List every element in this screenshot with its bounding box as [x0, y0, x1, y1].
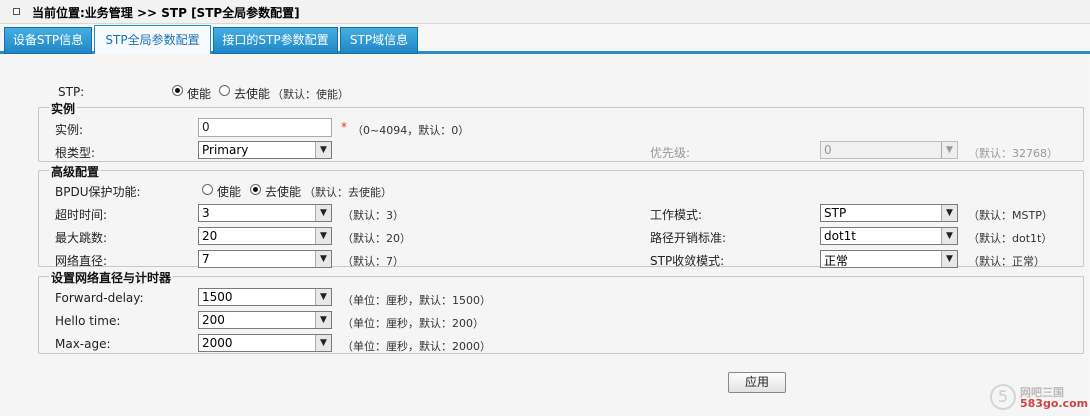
diameter-value: 7 [202, 252, 210, 266]
bpdu-enable-label: 使能 [217, 185, 242, 199]
stp-enable-label: 使能 [187, 87, 212, 101]
forward-delay-value: 1500 [202, 290, 233, 304]
chevron-down-icon: ▼ [315, 335, 331, 351]
max-age-select[interactable]: 2000 ▼ [198, 334, 332, 352]
bpdu-label: BPDU保护功能: [55, 185, 141, 199]
max-hops-select[interactable]: 20 ▼ [198, 227, 332, 245]
max-age-label: Max-age: [55, 337, 111, 351]
convergence-label: STP收敛模式: [650, 254, 725, 268]
instance-legend: 实例 [49, 100, 78, 117]
chevron-down-icon: ▼ [315, 289, 331, 305]
priority-select[interactable]: 0 ▼ [820, 141, 958, 159]
diameter-hint: （默认：7） [342, 255, 404, 268]
path-cost-label: 路径开销标准: [650, 231, 727, 245]
work-mode-hint: （默认：MSTP） [968, 209, 1053, 222]
instance-hint: （0~4094，默认：0） [352, 124, 470, 137]
hello-time-select[interactable]: 200 ▼ [198, 311, 332, 329]
max-hops-hint: （默认：20） [342, 232, 411, 245]
timer-fieldset: 设置网络直径与计时器 [38, 269, 1084, 354]
instance-label: 实例: [55, 123, 84, 137]
tab-stp-global-config[interactable]: STP全局参数配置 [94, 25, 211, 54]
chevron-down-icon: ▼ [315, 251, 331, 267]
priority-hint: （默认：32768） [968, 147, 1058, 160]
timeout-label: 超时时间: [55, 208, 108, 222]
tab-device-stp-info[interactable]: 设备STP信息 [4, 27, 92, 54]
chevron-down-icon: ▼ [941, 142, 957, 158]
hello-time-hint: （单位：厘秒，默认：200） [342, 317, 484, 330]
root-type-value: Primary [202, 143, 249, 157]
stp-enable-radio[interactable] [172, 85, 183, 96]
max-age-hint: （单位：厘秒，默认：2000） [342, 340, 491, 353]
convergence-select[interactable]: 正常 ▼ [820, 250, 958, 268]
work-mode-select[interactable]: STP ▼ [820, 204, 958, 222]
stp-label: STP: [58, 85, 85, 99]
hello-time-label: Hello time: [55, 314, 121, 328]
stp-disable-radio[interactable] [219, 85, 230, 96]
advanced-legend: 高级配置 [49, 163, 102, 180]
chevron-down-icon: ▼ [941, 228, 957, 244]
hello-time-value: 200 [202, 313, 225, 327]
square-bullet-icon [13, 8, 20, 15]
timeout-value: 3 [202, 206, 210, 220]
timeout-hint: （默认：3） [342, 209, 404, 222]
max-hops-label: 最大跳数: [55, 231, 108, 245]
root-type-label: 根类型: [55, 146, 96, 160]
work-mode-value: STP [824, 206, 847, 220]
root-type-select[interactable]: Primary ▼ [198, 141, 332, 159]
priority-value: 0 [824, 143, 832, 157]
timer-legend: 设置网络直径与计时器 [49, 269, 174, 286]
convergence-hint: （默认：正常） [968, 255, 1045, 268]
priority-label: 优先级: [650, 146, 691, 160]
tab-interface-stp-config[interactable]: 接口的STP参数配置 [213, 27, 338, 54]
forward-delay-label: Forward-delay: [55, 291, 144, 305]
logo-five-icon: 5 [990, 384, 1016, 410]
watermark-line2: 583go.com [1020, 397, 1089, 410]
chevron-down-icon: ▼ [941, 205, 957, 221]
work-mode-label: 工作模式: [650, 208, 703, 222]
chevron-down-icon: ▼ [315, 228, 331, 244]
diameter-select[interactable]: 7 ▼ [198, 250, 332, 268]
instance-input[interactable]: 0 [198, 118, 332, 137]
bpdu-enable-radio[interactable] [202, 184, 213, 195]
required-mark: * [341, 120, 347, 134]
breadcrumb-text: 当前位置:业务管理 >> STP [STP全局参数配置] [32, 6, 300, 20]
bpdu-disable-label: 去使能 [265, 185, 302, 199]
chevron-down-icon: ▼ [315, 205, 331, 221]
watermark-logo: 5 网吧三国 583go.com [990, 382, 1088, 412]
stp-hint: （默认：使能） [272, 88, 349, 101]
chevron-down-icon: ▼ [315, 142, 331, 158]
chevron-down-icon: ▼ [941, 251, 957, 267]
tab-bar: 设备STP信息 STP全局参数配置 接口的STP参数配置 STP域信息 [0, 25, 1090, 54]
path-cost-hint: （默认：dot1t） [968, 232, 1053, 245]
convergence-value: 正常 [824, 254, 849, 268]
stp-disable-label: 去使能 [234, 87, 271, 101]
path-cost-value: dot1t [824, 229, 857, 243]
tab-stp-domain-info[interactable]: STP域信息 [340, 27, 418, 54]
bpdu-hint: （默认：去使能） [304, 186, 392, 199]
forward-delay-hint: （单位：厘秒，默认：1500） [342, 294, 491, 307]
timeout-select[interactable]: 3 ▼ [198, 204, 332, 222]
max-hops-value: 20 [202, 229, 218, 243]
apply-button[interactable]: 应用 [728, 372, 786, 393]
path-cost-select[interactable]: dot1t ▼ [820, 227, 958, 245]
max-age-value: 2000 [202, 336, 233, 350]
breadcrumb: 当前位置:业务管理 >> STP [STP全局参数配置] [0, 0, 1090, 24]
diameter-label: 网络直径: [55, 254, 108, 268]
chevron-down-icon: ▼ [315, 312, 331, 328]
bpdu-disable-radio[interactable] [250, 184, 261, 195]
forward-delay-select[interactable]: 1500 ▼ [198, 288, 332, 306]
config-panel: STP: 使能 去使能 （默认：使能） 实例 实例: 0 * （0~4094，默… [2, 54, 1088, 416]
